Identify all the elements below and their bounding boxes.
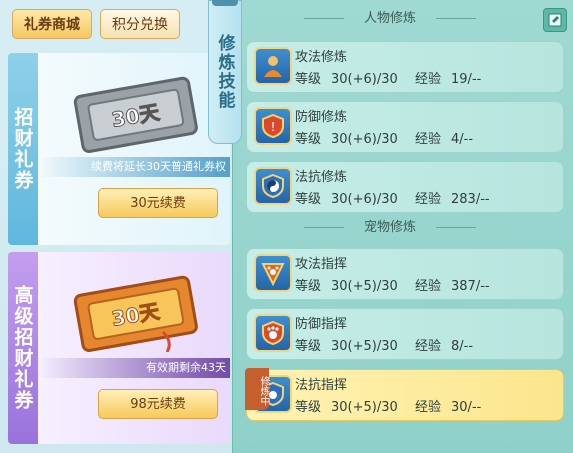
- shield-icon: !: [254, 107, 292, 145]
- gold-ticket-icon: 30天: [73, 275, 198, 352]
- skill-exp: 经验 283/--: [415, 192, 490, 207]
- tab-points-exchange[interactable]: 积分兑换: [100, 9, 180, 39]
- skill-exp: 经验 19/--: [415, 72, 482, 87]
- skill-level: 等级 30(+5)/30: [295, 400, 398, 415]
- skill-name: 攻法指挥: [295, 257, 348, 272]
- skill-level: 等级 30(+6)/30: [295, 132, 398, 147]
- skill-level: 等级 30(+6)/30: [295, 72, 398, 87]
- paw-shield-icon: [254, 314, 292, 352]
- yinyang-shield-icon: [254, 167, 292, 205]
- card-title: 招财礼券: [8, 53, 38, 245]
- card-title: 高级招财礼券: [8, 252, 38, 444]
- svg-text:!: !: [271, 120, 276, 134]
- skill-row-attack[interactable]: 攻法修炼 等级 30(+6)/30 经验 19/--: [246, 41, 564, 93]
- skill-name: 防御修炼: [295, 110, 348, 125]
- skill-row-resist[interactable]: 法抗修炼 等级 30(+6)/30 经验 283/--: [246, 161, 564, 213]
- left-panel: 礼券商城 积分兑换 招财礼券 30天 续费将延长30天普通礼券权 30元续费 高…: [0, 0, 232, 453]
- skill-level: 等级 30(+5)/30: [295, 339, 398, 354]
- card-note: 有效期剩余43天: [38, 358, 230, 378]
- cultivation-skill-banner: 修炼技能: [208, 0, 242, 144]
- skill-exp: 经验 8/--: [415, 339, 474, 354]
- renew-98-button[interactable]: 98元续费: [98, 389, 218, 419]
- monk-icon: [254, 47, 292, 85]
- edit-icon[interactable]: [543, 8, 567, 32]
- skill-row-pet-resist[interactable]: 修炼中 法抗指挥 等级 30(+5)/30 经验 30/--: [245, 368, 564, 421]
- training-badge: 修炼中: [245, 368, 269, 410]
- gift-card-basic: 招财礼券 30天 续费将延长30天普通礼券权 30元续费: [8, 53, 230, 245]
- banner-cap: [212, 0, 238, 6]
- card-note: 续费将延长30天普通礼券权: [38, 157, 230, 177]
- skill-level: 等级 30(+5)/30: [295, 279, 398, 294]
- section-pet: 宠物修炼: [290, 218, 490, 238]
- silver-ticket-icon: 30天: [73, 76, 198, 153]
- renew-30-button[interactable]: 30元续费: [98, 188, 218, 218]
- skill-row-defense[interactable]: ! 防御修炼 等级 30(+6)/30 经验 4/--: [246, 101, 564, 153]
- skill-row-pet-defense[interactable]: 防御指挥 等级 30(+5)/30 经验 8/--: [246, 308, 564, 360]
- skill-exp: 经验 387/--: [415, 279, 490, 294]
- skill-level: 等级 30(+6)/30: [295, 192, 398, 207]
- gift-card-premium: 高级招财礼券 30天 有效期剩余43天 98元续费: [8, 252, 230, 444]
- skill-name: 法抗指挥: [295, 378, 348, 393]
- tab-gift-shop[interactable]: 礼券商城: [12, 9, 92, 39]
- paw-flag-icon: [254, 254, 292, 292]
- skill-name: 防御指挥: [295, 317, 348, 332]
- skill-name: 攻法修炼: [295, 50, 348, 65]
- skill-exp: 经验 4/--: [415, 132, 474, 147]
- skill-exp: 经验 30/--: [415, 400, 482, 415]
- section-character: 人物修炼: [290, 9, 490, 29]
- skill-name: 法抗修炼: [295, 170, 348, 185]
- skill-row-pet-attack[interactable]: 攻法指挥 等级 30(+5)/30 经验 387/--: [246, 248, 564, 300]
